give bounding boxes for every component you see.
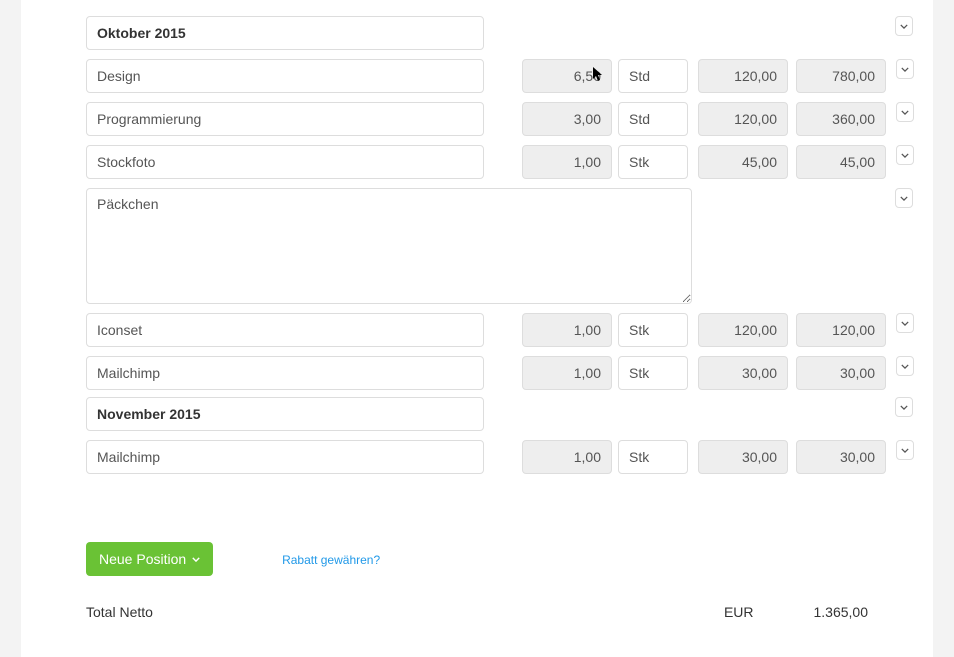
line-description-input[interactable] <box>86 440 484 474</box>
line-unit-input[interactable] <box>618 102 688 136</box>
line-unit-input[interactable] <box>618 440 688 474</box>
caret-down-icon <box>900 405 908 410</box>
line-description-textarea[interactable]: Päckchen <box>86 188 692 304</box>
line-quantity-input[interactable] <box>522 145 612 179</box>
line-quantity-input[interactable] <box>522 59 612 93</box>
new-position-button[interactable]: Neue Position <box>86 542 213 576</box>
row-menu-button[interactable] <box>896 313 914 333</box>
line-price-input[interactable] <box>698 145 788 179</box>
caret-down-icon <box>901 448 909 453</box>
total-net-label: Total Netto <box>86 604 153 620</box>
total-net-amount: 1.365,00 <box>814 604 869 620</box>
line-description-input[interactable] <box>86 145 484 179</box>
line-quantity-input[interactable] <box>522 102 612 136</box>
line-total-input <box>796 313 886 347</box>
line-unit-input[interactable] <box>618 145 688 179</box>
line-unit-input[interactable] <box>618 356 688 390</box>
line-unit-input[interactable] <box>618 59 688 93</box>
caret-down-icon <box>901 364 909 369</box>
discount-link[interactable]: Rabatt gewähren? <box>282 553 380 567</box>
caret-down-icon <box>900 196 908 201</box>
new-position-label: Neue Position <box>99 551 186 567</box>
line-unit-input[interactable] <box>618 313 688 347</box>
line-description-input[interactable] <box>86 313 484 347</box>
row-menu-button[interactable] <box>896 356 914 376</box>
caret-down-icon <box>901 321 909 326</box>
row-menu-button[interactable] <box>895 16 913 36</box>
group-heading-input[interactable] <box>86 397 484 431</box>
row-menu-button[interactable] <box>895 188 913 208</box>
line-total-input <box>796 440 886 474</box>
line-quantity-input[interactable] <box>522 313 612 347</box>
caret-down-icon <box>901 110 909 115</box>
line-total-input <box>796 145 886 179</box>
line-price-input[interactable] <box>698 102 788 136</box>
line-price-input[interactable] <box>698 313 788 347</box>
row-menu-button[interactable] <box>896 145 914 165</box>
line-description-input[interactable] <box>86 102 484 136</box>
line-quantity-input[interactable] <box>522 440 612 474</box>
caret-down-icon <box>901 153 909 158</box>
total-currency: EUR <box>724 604 754 620</box>
group-heading-input[interactable] <box>86 16 484 50</box>
row-menu-button[interactable] <box>896 102 914 122</box>
line-description-input[interactable] <box>86 356 484 390</box>
line-total-input <box>796 356 886 390</box>
row-menu-button[interactable] <box>896 59 914 79</box>
caret-down-icon <box>192 557 200 562</box>
row-menu-button[interactable] <box>896 440 914 460</box>
caret-down-icon <box>900 24 908 29</box>
line-quantity-input[interactable] <box>522 356 612 390</box>
line-total-input <box>796 59 886 93</box>
line-total-input <box>796 102 886 136</box>
line-price-input[interactable] <box>698 440 788 474</box>
line-price-input[interactable] <box>698 356 788 390</box>
caret-down-icon <box>901 67 909 72</box>
line-price-input[interactable] <box>698 59 788 93</box>
line-description-input[interactable] <box>86 59 484 93</box>
row-menu-button[interactable] <box>895 397 913 417</box>
